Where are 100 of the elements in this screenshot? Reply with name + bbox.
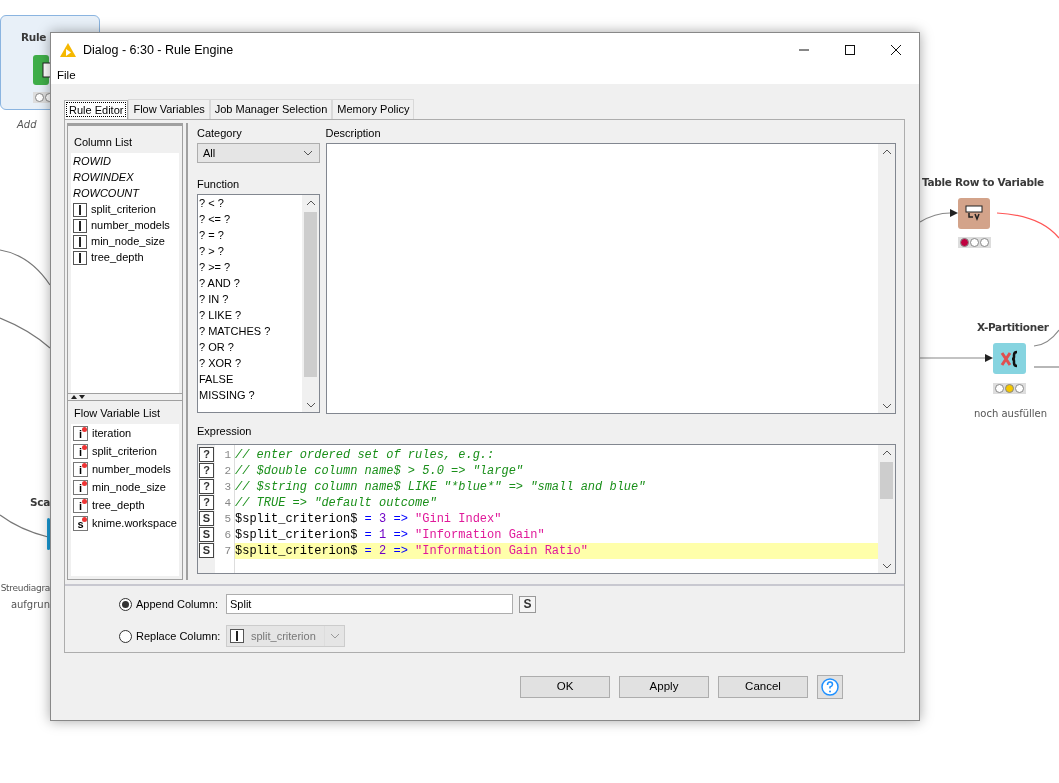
variable-name: tree_depth — [92, 498, 145, 514]
list-item[interactable]: ROWINDEX — [73, 169, 177, 186]
variable-type: i — [73, 480, 88, 495]
column-name-field[interactable]: Split — [226, 594, 513, 614]
line-number: 2 — [223, 464, 231, 479]
code-line: // $double column name$ > 5.0 => "large" — [235, 463, 525, 479]
dialog-button[interactable]: Cancel — [718, 675, 808, 698]
scrollbar[interactable] — [878, 445, 895, 573]
list-item[interactable]: ROWCOUNT — [73, 185, 177, 202]
splitter-arrows-icon[interactable] — [71, 394, 85, 400]
variable-type: i — [73, 498, 88, 513]
dialog-button[interactable]: OK — [520, 675, 610, 698]
scrollbar[interactable] — [878, 144, 895, 413]
line-number: 1 — [223, 448, 231, 463]
variable-name: knime.workspace — [92, 516, 177, 532]
node-label: Sca — [30, 495, 50, 510]
option-label[interactable]: Append Column: — [136, 595, 222, 613]
node-annotation: aufgrun — [10, 598, 50, 612]
column-name: ROWINDEX — [73, 170, 134, 186]
scrollbar-thumb[interactable] — [304, 212, 317, 377]
code-line: // $string column name$ LIKE "*blue*" => "small and blue" — [235, 479, 647, 495]
line-number: 3 — [223, 480, 231, 495]
tab[interactable]: Memory Policy — [332, 98, 415, 119]
function-item[interactable]: MISSING ? — [199, 387, 302, 403]
list-item[interactable]: i split_criterion — [73, 442, 177, 461]
maximize-icon — [845, 45, 855, 55]
column-select[interactable]: split_criterion — [226, 625, 345, 647]
scrollbar-thumb[interactable] — [880, 462, 893, 499]
list-item[interactable]: split_criterion — [73, 201, 177, 218]
tab[interactable]: Rule Editor — [64, 100, 129, 119]
scroll-down-icon — [881, 563, 892, 569]
function-item[interactable]: ? AND ? — [199, 275, 302, 291]
list-item[interactable]: i min_node_size — [73, 478, 177, 497]
window-title: Dialog - 6:30 - Rule Engine — [83, 41, 235, 59]
scroll-up-icon — [881, 450, 892, 456]
function-item[interactable]: ? LIKE ? — [199, 307, 302, 323]
variable-name: min_node_size — [92, 480, 166, 496]
help-button[interactable] — [817, 674, 843, 699]
field-label: Expression — [197, 423, 253, 439]
line-number: 6 — [223, 528, 231, 543]
function-item[interactable]: FALSE — [199, 371, 302, 387]
function-item[interactable]: ? IN ? — [199, 291, 302, 307]
variable-name: iteration — [92, 426, 132, 442]
tab[interactable]: Flow Variables — [128, 98, 210, 119]
list-item[interactable]: i iteration — [73, 424, 177, 443]
menu-item[interactable]: File — [57, 67, 76, 84]
function-item[interactable]: ? = ? — [199, 227, 302, 243]
code-line: $split_criterion$ = 1 => "Information Gain" — [235, 527, 546, 543]
column-name: split_criterion — [91, 202, 156, 218]
field-label: Category — [197, 125, 243, 141]
list-item[interactable]: s knime.workspace — [73, 514, 177, 533]
variable-type: s — [73, 516, 88, 531]
variable-type: i — [73, 444, 88, 459]
function-item[interactable]: ? XOR ? — [199, 355, 302, 371]
connection-line — [1033, 329, 1059, 368]
node-icon[interactable] — [993, 343, 1026, 374]
variable-type: i — [73, 426, 88, 441]
field-label: Description — [325, 125, 382, 141]
line-number: 7 — [223, 544, 231, 559]
node-annotation: Add — [17, 118, 37, 132]
function-item[interactable]: ? < ? — [199, 195, 302, 211]
variable-type: i — [73, 462, 88, 477]
function-item[interactable]: ? >= ? — [199, 259, 302, 275]
radio-button[interactable] — [119, 629, 132, 643]
function-item[interactable]: ? <= ? — [199, 211, 302, 227]
scrollbar[interactable] — [302, 195, 319, 412]
caret-icon — [303, 150, 313, 156]
list-item[interactable]: ROWID — [73, 153, 177, 170]
field-label: Function — [197, 176, 241, 192]
list-item[interactable]: i number_models — [73, 460, 177, 479]
node-label: Rule — [21, 30, 47, 45]
list-item[interactable]: i tree_depth — [73, 496, 177, 515]
caret-icon — [329, 633, 340, 639]
list-title: Column List — [73, 135, 134, 150]
scroll-up-icon — [305, 200, 316, 206]
type-button[interactable]: S — [519, 595, 536, 613]
column-name: tree_depth — [91, 250, 144, 266]
node-icon[interactable] — [958, 198, 990, 229]
option-label[interactable]: Replace Column: — [136, 627, 222, 645]
node-icon[interactable] — [47, 518, 50, 550]
list-item[interactable]: number_models — [73, 217, 177, 234]
help-icon — [821, 677, 839, 696]
expression-editor[interactable] — [197, 444, 896, 574]
radio-button[interactable] — [119, 597, 132, 611]
node-icon[interactable] — [33, 55, 49, 85]
scroll-up-icon — [881, 149, 892, 155]
function-item[interactable]: ? OR ? — [199, 339, 302, 355]
list-item[interactable]: tree_depth — [73, 249, 177, 266]
function-item[interactable]: ? MATCHES ? — [199, 323, 302, 339]
category-select[interactable]: All — [197, 143, 320, 163]
tab[interactable]: Job Manager Selection — [209, 98, 333, 119]
column-name: min_node_size — [91, 234, 165, 250]
list-item[interactable]: min_node_size — [73, 233, 177, 250]
scroll-down-icon — [305, 402, 316, 408]
node-annotation: Streudiagra — [0, 582, 50, 595]
line-number: 4 — [223, 496, 231, 511]
dialog-button[interactable]: Apply — [619, 675, 709, 698]
column-name: ROWCOUNT — [73, 186, 139, 202]
variable-name: number_models — [92, 462, 171, 478]
function-item[interactable]: ? > ? — [199, 243, 302, 259]
